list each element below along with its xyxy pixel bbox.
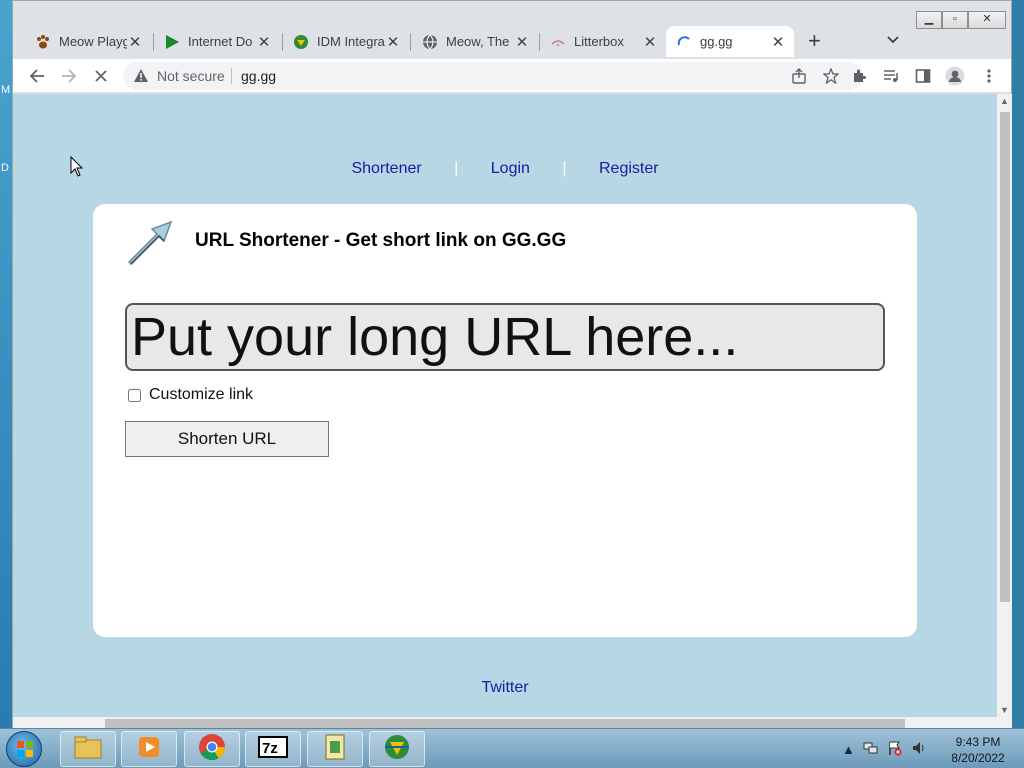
scroll-down-arrow-icon[interactable]: ▼ [1000,705,1009,715]
volume-icon[interactable] [911,740,927,759]
horizontal-scroll-thumb[interactable] [105,719,905,728]
twitter-link[interactable]: Twitter [13,679,997,697]
tab-title: IDM Integra [317,34,385,49]
new-tab-button[interactable]: + [808,30,821,52]
taskbar-chrome[interactable] [184,731,240,767]
network-icon[interactable] [863,740,879,759]
tab-title: Litterbox [574,34,624,49]
tab-idm-integration[interactable]: IDM Integra ✕ [283,26,409,57]
nav-login-link[interactable]: Login [491,160,530,177]
top-navigation: Shortener | Login | Register [13,160,997,178]
tab-close-icon[interactable]: ✕ [642,33,658,51]
shortener-card: URL Shortener - Get short link on GG.GG … [93,204,917,637]
tab-title: Meow, The [446,34,510,49]
show-hidden-icons-icon[interactable]: ▲ [842,742,855,757]
tab-meow-playground[interactable]: Meow Playg ✕ [25,26,151,57]
clock-date: 8/20/2022 [951,751,1005,765]
clock-time: 9:43 PM [955,735,1001,749]
file-explorer-icon [73,734,103,765]
vertical-scrollbar[interactable]: ▲ ▼ [997,94,1012,717]
tab-close-icon[interactable]: ✕ [256,33,272,51]
mouse-cursor-icon [70,155,84,183]
arrow-logo-icon [123,218,175,266]
tab-close-icon[interactable]: ✕ [514,33,530,51]
tab-meow-the[interactable]: Meow, The ✕ [412,26,538,57]
action-center-flag-icon[interactable] [887,740,903,759]
browser-toolbar: Not secure gg.gg [13,59,1011,93]
svg-text:7z: 7z [262,740,278,757]
taskbar-file-explorer[interactable] [60,731,116,767]
browser-window: Meow Playg ✕ Internet Do ✕ IDM Integra ✕ [12,0,1012,730]
bookmark-star-icon[interactable] [821,66,841,86]
back-icon[interactable] [27,66,47,86]
vertical-scroll-thumb[interactable] [1000,112,1010,602]
tab-strip: Meow Playg ✕ Internet Do ✕ IDM Integra ✕ [13,1,1011,59]
globe-icon [422,34,438,50]
customize-link-label: Customize link [149,386,254,403]
taskbar-doc-manager[interactable] [307,731,363,767]
windows-logo-icon [16,740,34,763]
extensions-puzzle-icon[interactable] [849,66,869,86]
security-status[interactable]: Not secure [157,68,225,84]
shorten-url-button[interactable]: Shorten URL [125,421,329,457]
play-icon [164,34,180,50]
globe-download-icon [293,34,309,50]
share-icon[interactable] [789,66,809,86]
nav-separator: | [454,160,459,177]
tab-internet-download[interactable]: Internet Do ✕ [154,26,280,57]
taskbar: 7z ▲ 9:43 PM 8/20/2022 [0,728,1024,768]
tab-search-chevron-icon[interactable] [887,32,899,47]
7zip-icon: 7z [258,735,288,763]
customize-link-checkbox[interactable] [128,388,141,402]
nav-separator: | [562,160,567,177]
desktop-icon-label: M [1,84,11,96]
chrome-icon [198,733,226,766]
tab-title: Meow Playg [59,34,127,49]
system-clock[interactable]: 9:43 PM 8/20/2022 [938,734,1018,766]
paw-icon [35,34,51,50]
system-tray: ▲ [842,729,927,768]
stop-loading-icon[interactable] [91,66,111,86]
side-panel-icon[interactable] [913,66,933,86]
taskbar-7zip[interactable]: 7z [245,731,301,767]
tab-title: gg.gg [700,34,733,49]
tab-gg-gg[interactable]: gg.gg ✕ [666,26,794,57]
nav-shortener-link[interactable]: Shortener [351,160,421,177]
nav-register-link[interactable]: Register [599,160,659,177]
scroll-up-arrow-icon[interactable]: ▲ [1000,96,1009,106]
warning-icon [133,68,149,88]
taskbar-idm[interactable] [369,731,425,767]
tab-title: Internet Do [188,34,253,49]
taskbar-media-player[interactable] [121,731,177,767]
doc-manager-icon [323,733,347,766]
address-divider [231,68,232,84]
profile-avatar-icon[interactable] [945,66,965,86]
tab-close-icon[interactable]: ✕ [385,33,401,51]
close-window-button[interactable]: ✕ [968,11,1006,29]
tab-close-icon[interactable]: ✕ [770,33,786,51]
media-player-icon [136,734,162,765]
page-viewport: Shortener | Login | Register URL Shorten… [13,94,997,717]
page-title: URL Shortener - Get short link on GG.GG [195,230,567,251]
menu-kebab-icon[interactable] [979,66,999,86]
start-button[interactable] [6,731,42,767]
forward-icon[interactable] [59,66,79,86]
tab-divider [410,33,411,51]
tab-litterbox[interactable]: Litterbox ✕ [540,26,666,57]
desktop-background [0,0,12,728]
desktop-icon-label: D [1,162,9,174]
idm-icon [382,733,412,766]
maximize-button[interactable]: ▫ [942,11,968,29]
loading-icon [676,34,692,50]
address-bar[interactable]: Not secure gg.gg [123,62,863,90]
minimize-button[interactable]: ▁ [916,11,942,29]
media-queue-icon[interactable] [881,66,901,86]
litterbox-icon [550,34,566,50]
address-url[interactable]: gg.gg [241,68,276,84]
customize-link-option[interactable]: Customize link [128,386,253,404]
long-url-input[interactable] [125,303,885,371]
tab-close-icon[interactable]: ✕ [127,33,143,51]
